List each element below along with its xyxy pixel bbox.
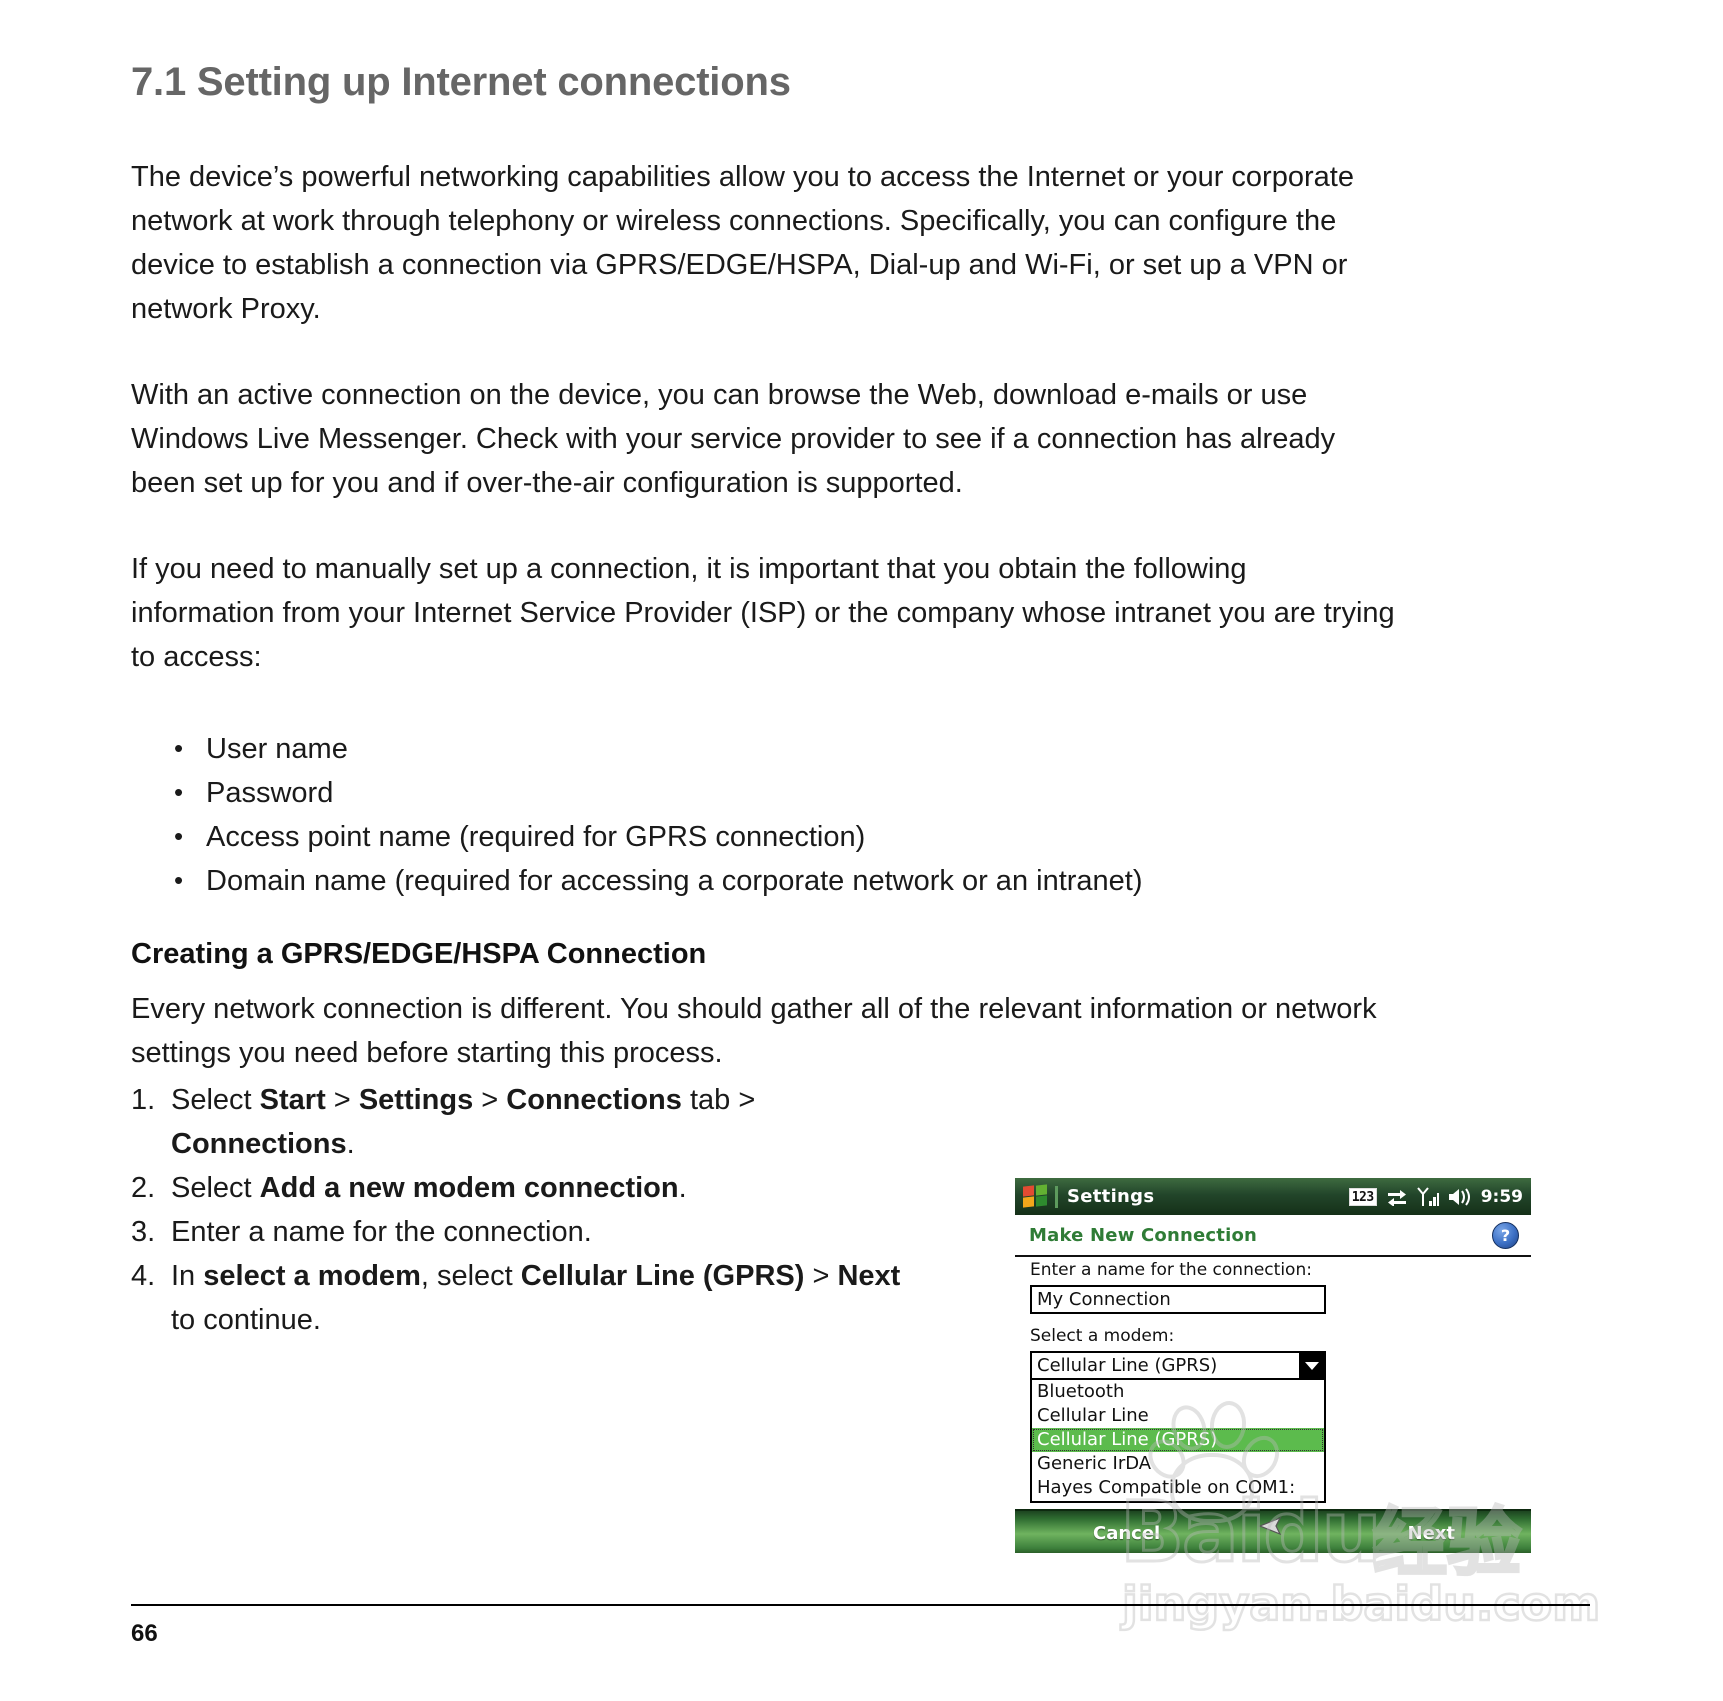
list-item: Domain name (required for accessing a co…: [168, 858, 1398, 903]
list-item: User name: [168, 726, 1398, 771]
step-emphasis: Cellular Line (GPRS): [520, 1260, 805, 1292]
pda-app-title: Settings: [1067, 1186, 1155, 1207]
connectivity-arrows-icon[interactable]: [1386, 1188, 1408, 1206]
step-text: .: [678, 1172, 687, 1204]
step-number: 3.: [131, 1216, 156, 1248]
step-number: 4.: [131, 1260, 156, 1292]
footer-divider: [131, 1604, 1590, 1606]
signal-bars-icon[interactable]: [1416, 1186, 1439, 1207]
paragraph-2: With an active connection on the device,…: [131, 379, 1336, 499]
clock-time[interactable]: 9:59: [1481, 1187, 1523, 1207]
procedure-step-list: 1. Select Start > Settings > Connections …: [131, 1078, 921, 1342]
cancel-button[interactable]: Cancel: [1093, 1523, 1160, 1544]
modem-select[interactable]: Cellular Line (GPRS): [1030, 1351, 1326, 1380]
step-text: In: [171, 1260, 204, 1292]
system-tray: 123 9:59: [1348, 1186, 1531, 1207]
titlebar-divider: [1055, 1185, 1058, 1208]
step-text: Select: [171, 1172, 260, 1204]
step-number: 2.: [131, 1172, 156, 1204]
step-text: Enter a name for the connection.: [171, 1216, 592, 1248]
procedure-step: 3. Enter a name for the connection.: [131, 1210, 921, 1254]
step-text: , select: [420, 1260, 521, 1292]
modem-option[interactable]: Generic IrDA: [1032, 1452, 1324, 1476]
page-number: 66: [131, 1620, 158, 1647]
step-emphasis: Settings: [358, 1084, 474, 1116]
step-emphasis: Start: [259, 1084, 326, 1116]
step-text: Select: [171, 1084, 260, 1116]
modem-option[interactable]: Hayes Compatible on COM1:: [1032, 1476, 1324, 1500]
list-item: Password: [168, 770, 1398, 815]
pda-page-header: Make New Connection ?: [1015, 1215, 1531, 1257]
windows-logo-icon: [1022, 1183, 1050, 1209]
pda-titlebar: Settings 123 9:59: [1015, 1178, 1531, 1215]
speaker-icon[interactable]: [1448, 1187, 1472, 1206]
modem-select-value: Cellular Line (GPRS): [1037, 1355, 1218, 1376]
connection-name-input[interactable]: My Connection: [1030, 1285, 1326, 1314]
chevron-down-icon[interactable]: [1299, 1353, 1324, 1378]
page-title: 7.1 Setting up Internet connections: [131, 60, 791, 104]
step-text: >: [473, 1084, 507, 1116]
sub-heading: Creating a GPRS/EDGE/HSPA Connection: [131, 938, 707, 970]
step-emphasis: Connections: [171, 1128, 347, 1160]
step-text: .: [346, 1128, 355, 1160]
next-button[interactable]: Next: [1408, 1523, 1456, 1544]
step-emphasis: Add a new modem connection: [259, 1172, 679, 1204]
body-paragraphs: The device’s powerful networking capabil…: [131, 155, 1396, 679]
step-emphasis: select a modem: [203, 1260, 421, 1292]
step-emphasis: Next: [837, 1260, 901, 1292]
step-text: tab >: [681, 1084, 756, 1116]
requirements-bullet-list: User name Password Access point name (re…: [168, 726, 1398, 903]
step-text: >: [325, 1084, 359, 1116]
paragraph-3: If you need to manually set up a connect…: [131, 553, 1395, 673]
step-emphasis: Connections: [506, 1084, 682, 1116]
modem-option[interactable]: Bluetooth: [1032, 1380, 1324, 1404]
modem-dropdown-list[interactable]: Bluetooth Cellular Line Cellular Line (GPR…: [1030, 1380, 1326, 1503]
procedure-step: 2. Select Add a new modem connection.: [131, 1166, 921, 1210]
procedure-step: 1. Select Start > Settings > Connections …: [131, 1078, 921, 1166]
list-item: Access point name (required for GPRS con…: [168, 814, 1398, 859]
paragraph-1: The device’s powerful networking capabil…: [131, 161, 1354, 325]
modem-option[interactable]: Cellular Line: [1032, 1404, 1324, 1428]
procedure-step: 4. In select a modem, select Cellular Lin…: [131, 1254, 921, 1342]
pda-header-title: Make New Connection: [1029, 1224, 1258, 1246]
pda-command-bar: Cancel Next: [1015, 1509, 1531, 1553]
step-text: to continue.: [171, 1304, 321, 1336]
connection-name-label: Enter a name for the connection:: [1030, 1260, 1312, 1280]
pda-form-body: Enter a name for the connection: My Conn…: [1015, 1257, 1531, 1509]
step-number: 1.: [131, 1084, 156, 1116]
pda-screenshot: Settings 123 9:59 Make New Connection ? …: [1015, 1178, 1531, 1553]
modem-option[interactable]: Cellular Line (GPRS): [1032, 1428, 1324, 1452]
select-modem-label: Select a modem:: [1030, 1326, 1175, 1346]
question-mark-help-icon[interactable]: ?: [1492, 1221, 1519, 1249]
document-page: 7.1 Setting up Internet connections The …: [0, 0, 1723, 1701]
intro-text: Every network connection is different. Y…: [131, 993, 1377, 1069]
step-text: >: [804, 1260, 838, 1292]
input-mode-icon[interactable]: 123: [1348, 1187, 1377, 1206]
